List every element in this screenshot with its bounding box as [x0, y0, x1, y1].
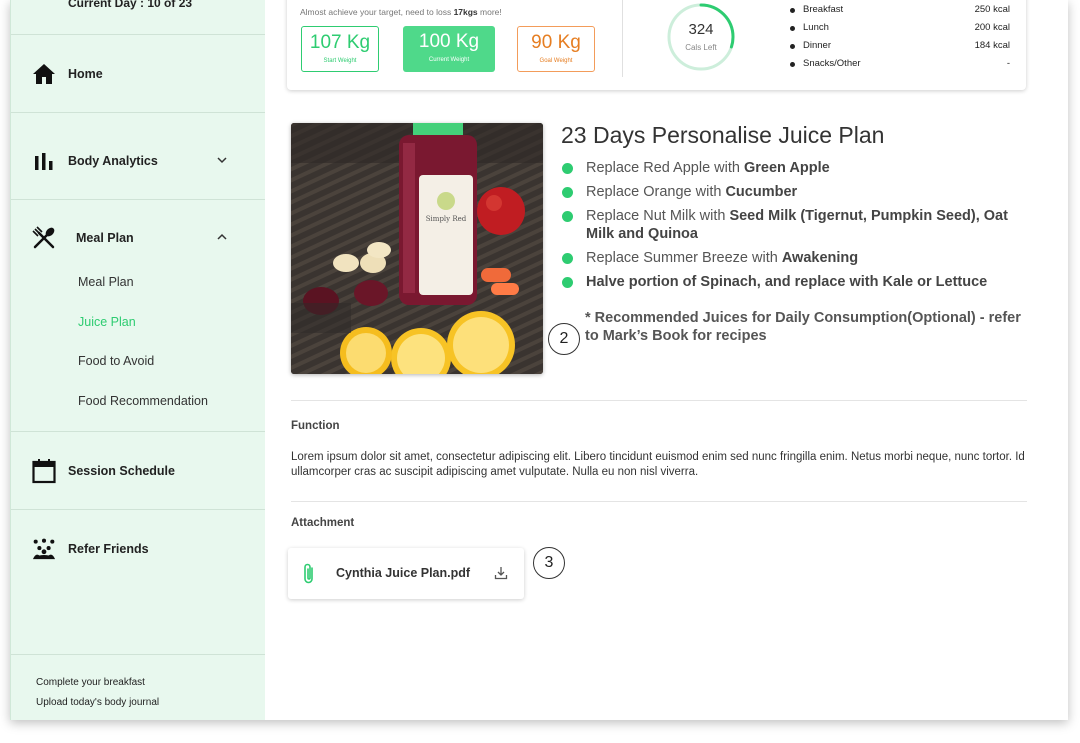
bullet-dot [562, 277, 573, 288]
plan-item: Replace Red Apple with Green Apple [561, 159, 1031, 177]
todo-item[interactable]: Upload today's body journal [36, 697, 159, 708]
divider [291, 400, 1027, 401]
divider [11, 509, 265, 510]
divider [291, 501, 1027, 502]
nav-meal-plan-label: Meal Plan [76, 231, 134, 245]
meal-row: Breakfast 250 kcal [790, 4, 1010, 22]
attachment-card[interactable]: Cynthia Juice Plan.pdf [288, 548, 524, 599]
meal-list: Breakfast 250 kcal Lunch 200 kcal Dinner 18… [790, 4, 1010, 76]
plan-title: 23 Days Personalise Juice Plan [561, 122, 885, 148]
meal-row: Snacks/Other - [790, 58, 1010, 76]
recommendation-note: * Recommended Juices for Daily Consumpti… [585, 310, 1021, 344]
nav-body-analytics[interactable]: Body Analytics [11, 149, 265, 173]
plan-item: Halve portion of Spinach, and replace wi… [561, 273, 1031, 291]
divider [11, 112, 265, 113]
divider [11, 654, 265, 655]
people-icon [32, 537, 56, 561]
calendar-icon [32, 459, 56, 484]
nav-refer-friends-label: Refer Friends [68, 542, 149, 556]
bar-chart-icon [32, 149, 56, 173]
plan-item: Replace Summer Breeze with Awakening [561, 249, 1031, 267]
divider [11, 199, 265, 200]
nav-refer-friends[interactable]: Refer Friends [11, 537, 265, 561]
weight-hint: Almost achieve your target, need to loss… [300, 7, 502, 17]
nav-home[interactable]: Home [11, 62, 265, 86]
nav-meal-plan[interactable]: Meal Plan [11, 226, 265, 250]
meal-row: Lunch 200 kcal [790, 22, 1010, 40]
juice-photo: Simply Red [291, 123, 543, 374]
current-weight-label: Current Weight [428, 57, 470, 63]
sub-juice-plan[interactable]: Juice Plan [78, 315, 136, 329]
divider [622, 0, 623, 77]
plan-item: Replace Nut Milk with Seed Milk (Tigernu… [561, 207, 1031, 243]
meal-row: Dinner 184 kcal [790, 40, 1010, 58]
download-icon[interactable] [494, 566, 508, 585]
function-body: Lorem ipsum dolor sit amet, consectetur … [291, 451, 1025, 478]
current-day: Current Day : 10 of 23 [68, 0, 193, 10]
bullet-dot [562, 163, 573, 174]
divider [11, 34, 265, 35]
summary-card: Almost achieve your target, need to loss… [287, 0, 1026, 90]
sub-food-to-avoid[interactable]: Food to Avoid [78, 354, 154, 368]
chevron-up-icon [217, 233, 227, 244]
attachment-heading: Attachment [291, 517, 355, 529]
sub-food-recommendation[interactable]: Food Recommendation [78, 394, 208, 408]
bullet-dot [562, 253, 573, 264]
nav-home-label: Home [68, 67, 103, 81]
annotation-marker: 3 [533, 547, 565, 579]
todo-item[interactable]: Complete your breakfast [36, 677, 145, 688]
goal-weight-label: Goal Weight [539, 58, 573, 64]
nav-body-analytics-label: Body Analytics [68, 154, 158, 168]
sidebar: Current Day : 10 of 23 Home Body Analyti… [10, 0, 265, 720]
plan-list: Replace Red Apple with Green Apple Repla… [561, 159, 1031, 297]
calories-value: 324 [688, 21, 714, 38]
calorie-ring: 324 Cals Left [667, 3, 735, 71]
paperclip-icon [302, 562, 316, 591]
nav-session-schedule-label: Session Schedule [68, 464, 175, 478]
start-weight-box: 107 Kg Start Weight [301, 26, 379, 72]
nav-session-schedule[interactable]: Session Schedule [11, 458, 265, 484]
chevron-down-icon [217, 156, 227, 167]
bottle-label: Simply Red [426, 215, 467, 223]
bullet-dot [562, 187, 573, 198]
goal-weight-value: 90 Kg [531, 32, 581, 53]
plan-item: Replace Orange with Cucumber [561, 183, 1031, 201]
home-icon [32, 62, 56, 86]
bullet-dot [562, 211, 573, 222]
annotation-marker: 2 [548, 323, 580, 355]
attachment-filename: Cynthia Juice Plan.pdf [336, 566, 471, 580]
function-heading: Function [291, 420, 340, 432]
app-window: Current Day : 10 of 23 Home Body Analyti… [10, 0, 1068, 720]
fork-knife-icon [32, 226, 56, 250]
current-weight-box: 100 Kg Current Weight [403, 26, 495, 72]
sub-meal-plan[interactable]: Meal Plan [78, 275, 134, 289]
calories-label: Cals Left [685, 43, 717, 52]
current-weight-value: 100 Kg [418, 31, 480, 52]
start-weight-label: Start Weight [323, 58, 357, 64]
divider [11, 431, 265, 432]
goal-weight-box: 90 Kg Goal Weight [517, 26, 595, 72]
start-weight-value: 107 Kg [309, 32, 371, 53]
